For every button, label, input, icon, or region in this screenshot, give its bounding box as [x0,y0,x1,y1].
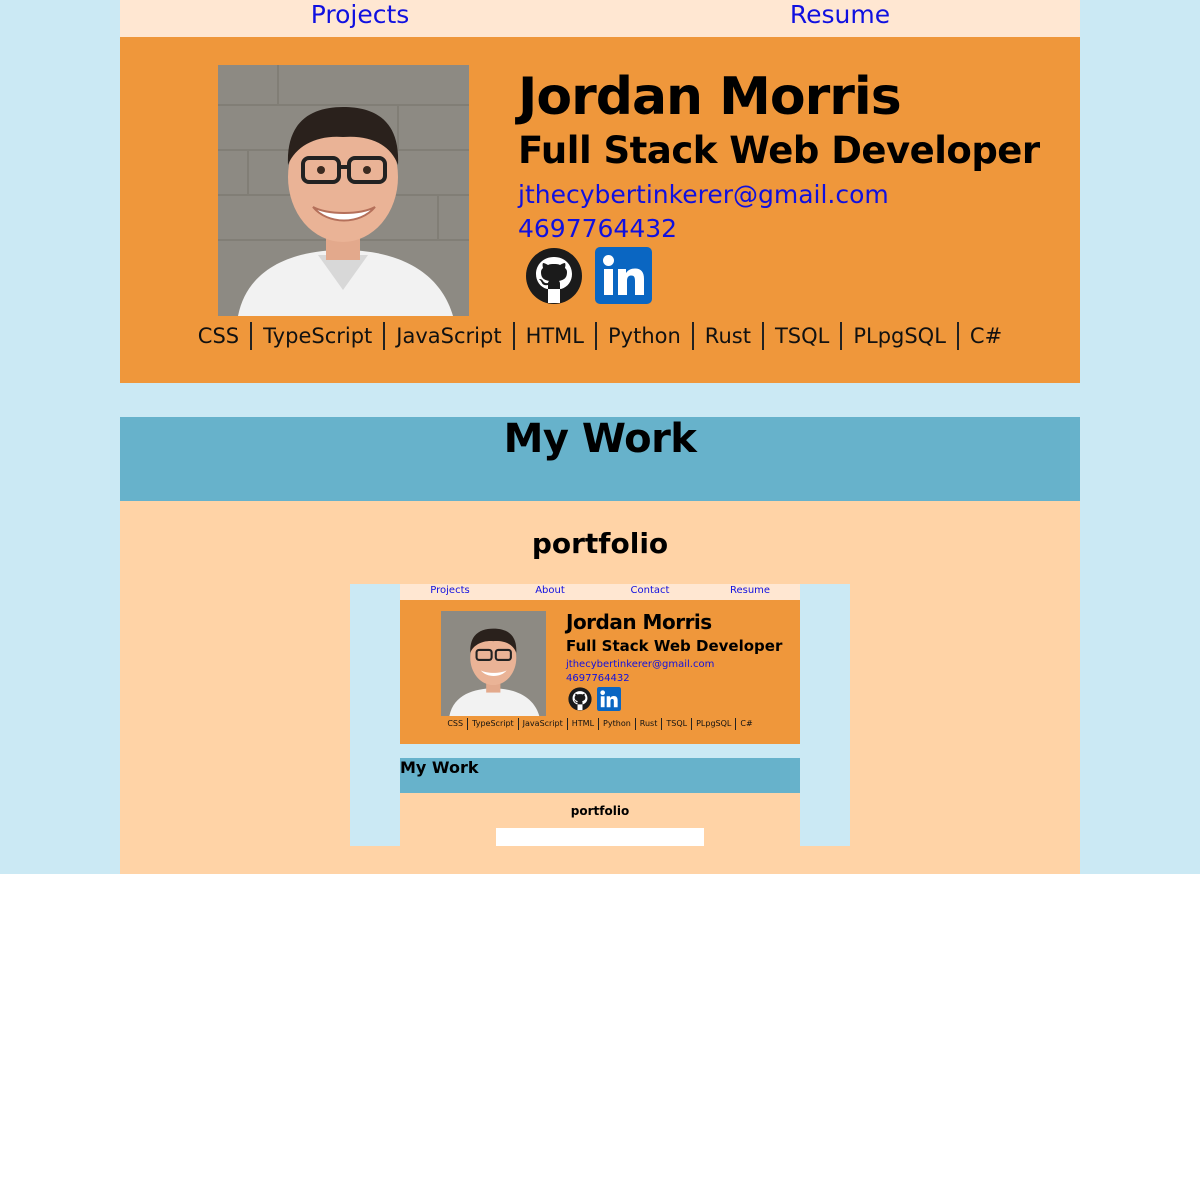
preview-my-work-header: My Work [400,758,800,793]
nav-link-resume[interactable]: Resume [600,0,1080,37]
preview-nav-projects: Projects [430,585,470,596]
profile-header: Jordan Morris Full Stack Web Developer j… [120,37,1080,383]
project-title: portfolio [531,527,669,560]
skill-item: TSQL [761,322,840,350]
preview-nav-about: About [535,585,565,596]
preview-skill-item: CSS [447,719,464,728]
preview-skill-item: TypeScript [467,718,518,730]
skill-item: C# [956,322,1013,350]
profile-name: Jordan Morris [518,67,902,127]
preview-image-placeholder [496,828,704,846]
skill-item: Python [595,322,692,350]
skill-item: JavaScript [383,322,512,350]
preview-title: Full Stack Web Developer [566,637,783,655]
skill-item: CSS [197,324,240,348]
preview-skill-item: C# [735,718,756,730]
preview-project-title: portfolio [570,804,630,818]
preview-spacer [400,744,800,758]
preview-skill-item: Rust [634,718,662,730]
preview-project-card: portfolio [400,793,800,846]
nav-link-projects[interactable]: Projects [120,0,600,37]
my-work-header: My Work [120,417,1080,501]
main-column: Projects Resume Jordan Morris Full Stack… [120,0,1080,874]
preview-name: Jordan Morris [566,610,712,634]
preview-phone: 4697764432 [566,673,630,684]
skill-item: Rust [691,322,762,350]
top-nav: Projects Resume [120,0,1080,37]
preview-email: jthecybertinkerer@gmail.com [566,659,715,670]
preview-skill-item: Python [598,718,635,730]
preview-skill-item: TSQL [661,718,691,730]
preview-skills-list: CSS TypeScript JavaScript HTML Python Ru… [400,718,800,730]
project-preview-image[interactable]: Projects About Contact Resume Jordan Mor… [350,584,850,846]
preview-my-work-heading: My Work [400,758,479,777]
skill-item: TypeScript [250,322,383,350]
preview-photo [441,611,546,716]
profile-title: Full Stack Web Developer [518,129,1040,172]
preview-skill-item: JavaScript [517,718,567,730]
linkedin-icon [597,687,621,711]
preview-nav: Projects About Contact Resume [400,584,800,600]
preview-nav-resume: Resume [729,585,771,596]
phone-link[interactable]: 4697764432 [518,214,677,243]
preview-skill-item: PLpgSQL [691,718,735,730]
preview-skill-item: HTML [566,718,598,730]
preview-nav-contact: Contact [630,585,670,596]
skill-item: HTML [512,322,595,350]
linkedin-icon[interactable] [595,247,652,304]
project-card: portfolio Projects About Contact Resume [120,501,1080,874]
github-icon [568,687,592,711]
github-icon[interactable] [525,247,583,305]
skill-item: PLpgSQL [840,322,957,350]
profile-photo [218,65,469,316]
email-link[interactable]: jthecybertinkerer@gmail.com [518,180,889,209]
preview-hero: Jordan Morris Full Stack Web Developer j… [400,600,800,744]
skills-list: CSS TypeScript JavaScript HTML Python Ru… [120,322,1080,350]
my-work-heading: My Work [503,416,697,462]
preview-column: Projects About Contact Resume Jordan Mor… [400,584,800,846]
